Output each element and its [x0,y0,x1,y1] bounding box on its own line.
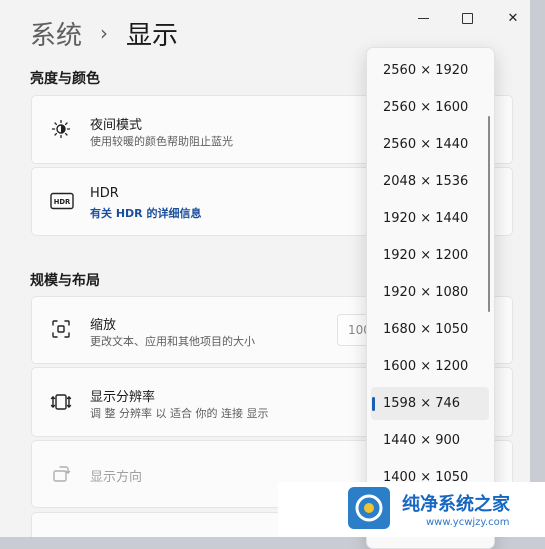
watermark-title: 纯净系统之家 [402,494,510,515]
orientation-icon [50,463,72,485]
resolution-option[interactable]: 1680 × 1050 [371,313,489,346]
night-light-subtitle: 使用较暖的颜色帮助阻止蓝光 [90,135,233,148]
watermark: 纯净系统之家 www.ycwjzy.com [278,482,545,537]
hdr-title: HDR [90,186,119,201]
maximize-button[interactable] [444,5,490,31]
scale-subtitle: 更改文本、应用和其他项目的大小 [90,335,255,348]
watermark-url: www.ycwjzy.com [426,517,510,528]
watermark-logo [348,487,390,529]
resolution-option-label: 1598 × 746 [383,396,461,411]
resolution-option[interactable]: 2048 × 1536 [371,165,489,198]
maximize-icon [461,12,473,24]
night-light-icon [50,118,72,140]
scale-title: 缩放 [90,318,117,333]
breadcrumb-system-link[interactable]: 系统 [30,15,82,52]
close-button[interactable]: ✕ [490,5,530,31]
minimize-icon [417,17,429,19]
hdr-icon-label: HDR [54,198,71,206]
resolution-option[interactable]: 1600 × 1200 [371,350,489,383]
resolution-option[interactable]: 1920 × 1200 [371,239,489,272]
night-light-title: 夜间模式 [90,118,143,133]
scale-icon [50,318,72,340]
selected-indicator [372,397,375,411]
resolution-option[interactable]: 2560 × 1920 [371,54,489,87]
resolution-option[interactable]: 2560 × 1440 [371,128,489,161]
resolution-dropdown[interactable]: 2560 × 1920 2560 × 1600 2560 × 1440 2048… [366,47,495,549]
orientation-title: 显示方向 [90,470,143,485]
resolution-option[interactable]: 2560 × 1600 [371,91,489,124]
breadcrumb: 系统 › 显示 [30,13,178,53]
section-scale-title: 规模与布局 [30,273,100,289]
hdr-info-link[interactable]: 有关 HDR 的详细信息 [90,205,201,221]
resolution-icon [50,391,72,413]
resolution-option-selected[interactable]: 1598 × 746 [371,387,489,420]
section-brightness-title: 亮度与颜色 [30,71,100,87]
page-title: 显示 [126,20,179,51]
hdr-icon: HDR [50,190,74,212]
breadcrumb-chevron-icon: › [100,21,109,45]
resolution-option[interactable]: 1440 × 900 [371,424,489,457]
resolution-option[interactable]: 1920 × 1440 [371,202,489,235]
resolution-title: 显示分辨率 [90,390,156,405]
close-icon: ✕ [507,10,519,26]
minimize-button[interactable] [400,5,446,31]
resolution-option[interactable]: 1920 × 1080 [371,276,489,309]
resolution-subtitle: 调 整 分辨率 以 适合 你的 连接 显示 [90,407,269,420]
